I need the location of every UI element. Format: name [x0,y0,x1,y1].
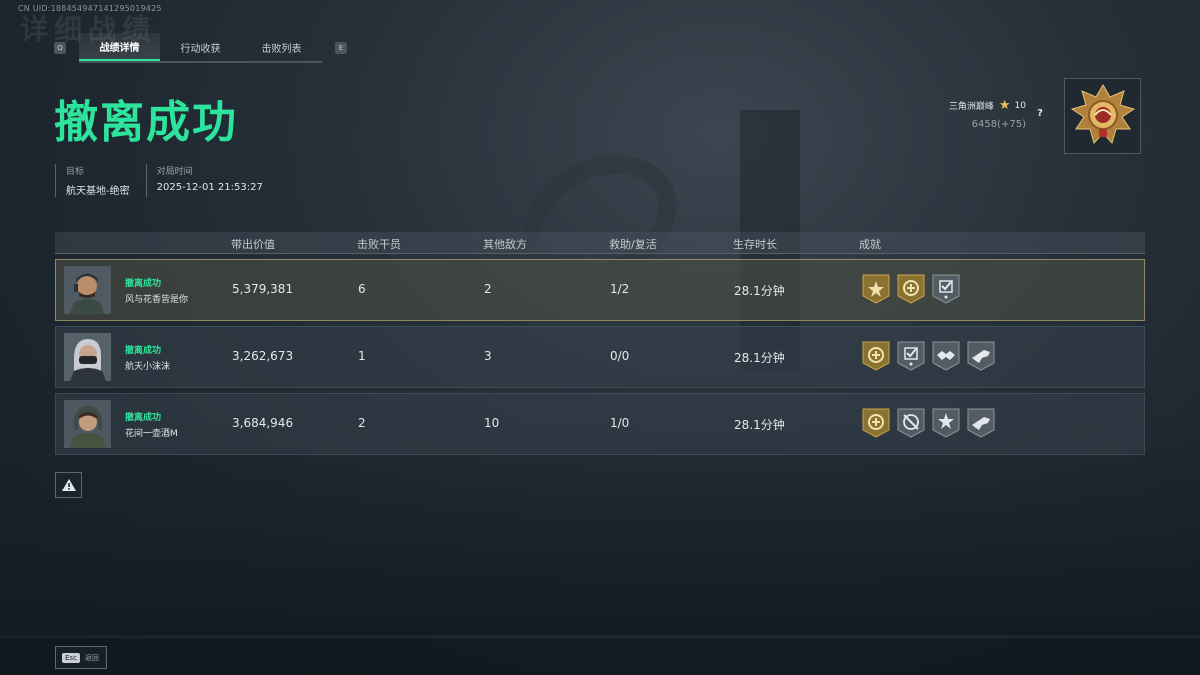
prev-tab-key[interactable]: Q [54,42,66,54]
match-meta: 目标 航天基地-绝密 对局时间 2025-12-01 21:53:27 [55,164,279,197]
tab-bar: Q 战绩详情 行动收获 击败列表 E [54,33,347,63]
row-survival-time: 28.1分钟 [734,351,785,365]
star-icon: ★ [998,98,1011,113]
gray-gun-badge-icon[interactable] [967,341,995,371]
table-row[interactable]: 撤离成功 航天小沫沫 3,262,673 1 3 0/0 28.1分钟 [55,326,1145,388]
row-achievements [862,341,1002,371]
col-achievements: 成就 [859,238,881,251]
operator-avatar [64,333,111,381]
table-row[interactable]: 撤离成功 花间一壶酒M 3,684,946 2 10 1/0 28.1分钟 [55,393,1145,455]
gold-coin-badge-icon[interactable] [862,341,890,371]
back-label: 返回 [84,653,99,662]
row-survival-time: 28.1分钟 [734,284,785,298]
warning-icon [61,479,76,491]
row-other-enemies: 2 [484,282,492,296]
gray-check-badge-icon[interactable] [932,274,960,304]
row-player-name: 航天小沫沫 [125,362,171,372]
row-rescue-revive: 1/2 [610,282,630,296]
col-other-enemies: 其他敌方 [483,238,527,251]
gray-handshake-badge-icon[interactable] [932,341,960,371]
row-extract-value: 5,379,381 [232,282,294,296]
tab-kill-list[interactable]: 击败列表 [241,33,322,61]
col-extract-value: 带出价值 [231,238,275,251]
tab-loot[interactable]: 行动收获 [160,33,241,61]
row-extract-value: 3,262,673 [232,349,294,363]
operator-avatar [64,400,111,448]
rank-stars: 10 [1014,100,1026,111]
row-operator-kills: 2 [358,416,366,430]
meta-target: 目标 航天基地-绝密 [55,164,130,197]
gold-star-badge-icon[interactable] [862,274,890,304]
result-title: 撤离成功 [54,97,238,148]
row-achievements [862,274,967,304]
row-status: 撤离成功 [125,346,162,356]
table-header: 带出价值 击败干员 其他敌方 救助/复活 生存时长 成就 [55,232,1145,254]
back-button[interactable]: Esc 返回 [55,646,107,669]
row-other-enemies: 10 [484,416,500,430]
col-survival-time: 生存时长 [733,238,777,251]
report-button[interactable] [55,472,82,498]
row-operator-kills: 6 [358,282,366,296]
gray-crosshair-badge-icon[interactable] [897,408,925,438]
row-rescue-revive: 1/0 [610,416,630,430]
next-tab-key[interactable]: E [335,42,347,54]
meta-target-label: 目标 [66,167,85,177]
rank-name: 三角洲巅峰 [948,102,994,112]
meta-time: 对局时间 2025-12-01 21:53:27 [145,164,263,197]
row-achievements [862,408,1002,438]
meta-time-value: 2025-12-01 21:53:27 [156,182,263,193]
meta-target-value: 航天基地-绝密 [66,186,130,197]
row-other-enemies: 3 [484,349,492,363]
operator-avatar [64,266,111,314]
row-operator-kills: 1 [358,349,366,363]
bottom-bar [0,637,1200,675]
tab-group: 战绩详情 行动收获 击败列表 [79,33,322,63]
help-icon[interactable]: ? [1032,105,1048,121]
row-extract-value: 3,684,946 [232,416,294,430]
tab-battle-details[interactable]: 战绩详情 [79,33,160,61]
row-status: 撤离成功 [125,413,162,423]
esc-key: Esc [62,652,80,663]
row-status: 撤离成功 [125,279,162,289]
row-rescue-revive: 0/0 [610,349,630,363]
col-operator-kills: 击败干员 [357,238,401,251]
rank-points: 6458(+75) [971,119,1026,130]
col-rescue-revive: 救助/复活 [609,238,657,251]
gold-coin-badge-icon[interactable] [862,408,890,438]
gold-coin-badge-icon[interactable] [897,274,925,304]
rank-emblem-icon[interactable] [1064,78,1141,154]
gray-star-badge-icon[interactable] [932,408,960,438]
gray-check-badge-icon[interactable] [897,341,925,371]
gray-gun-badge-icon[interactable] [967,408,995,438]
meta-time-label: 对局时间 [156,167,193,177]
rank-info: 三角洲巅峰 ★ 10 6458(+75) [934,98,1026,130]
row-survival-time: 28.1分钟 [734,418,785,432]
scoreboard-table: 带出价值 击败干员 其他敌方 救助/复活 生存时长 成就 撤离成功 风与花香皆是… [55,232,1145,455]
table-row[interactable]: 撤离成功 风与花香皆是你 5,379,381 6 2 1/2 28.1分钟 [55,259,1145,321]
row-player-name: 风与花香皆是你 [125,295,189,305]
row-player-name: 花间一壶酒M [125,429,178,439]
